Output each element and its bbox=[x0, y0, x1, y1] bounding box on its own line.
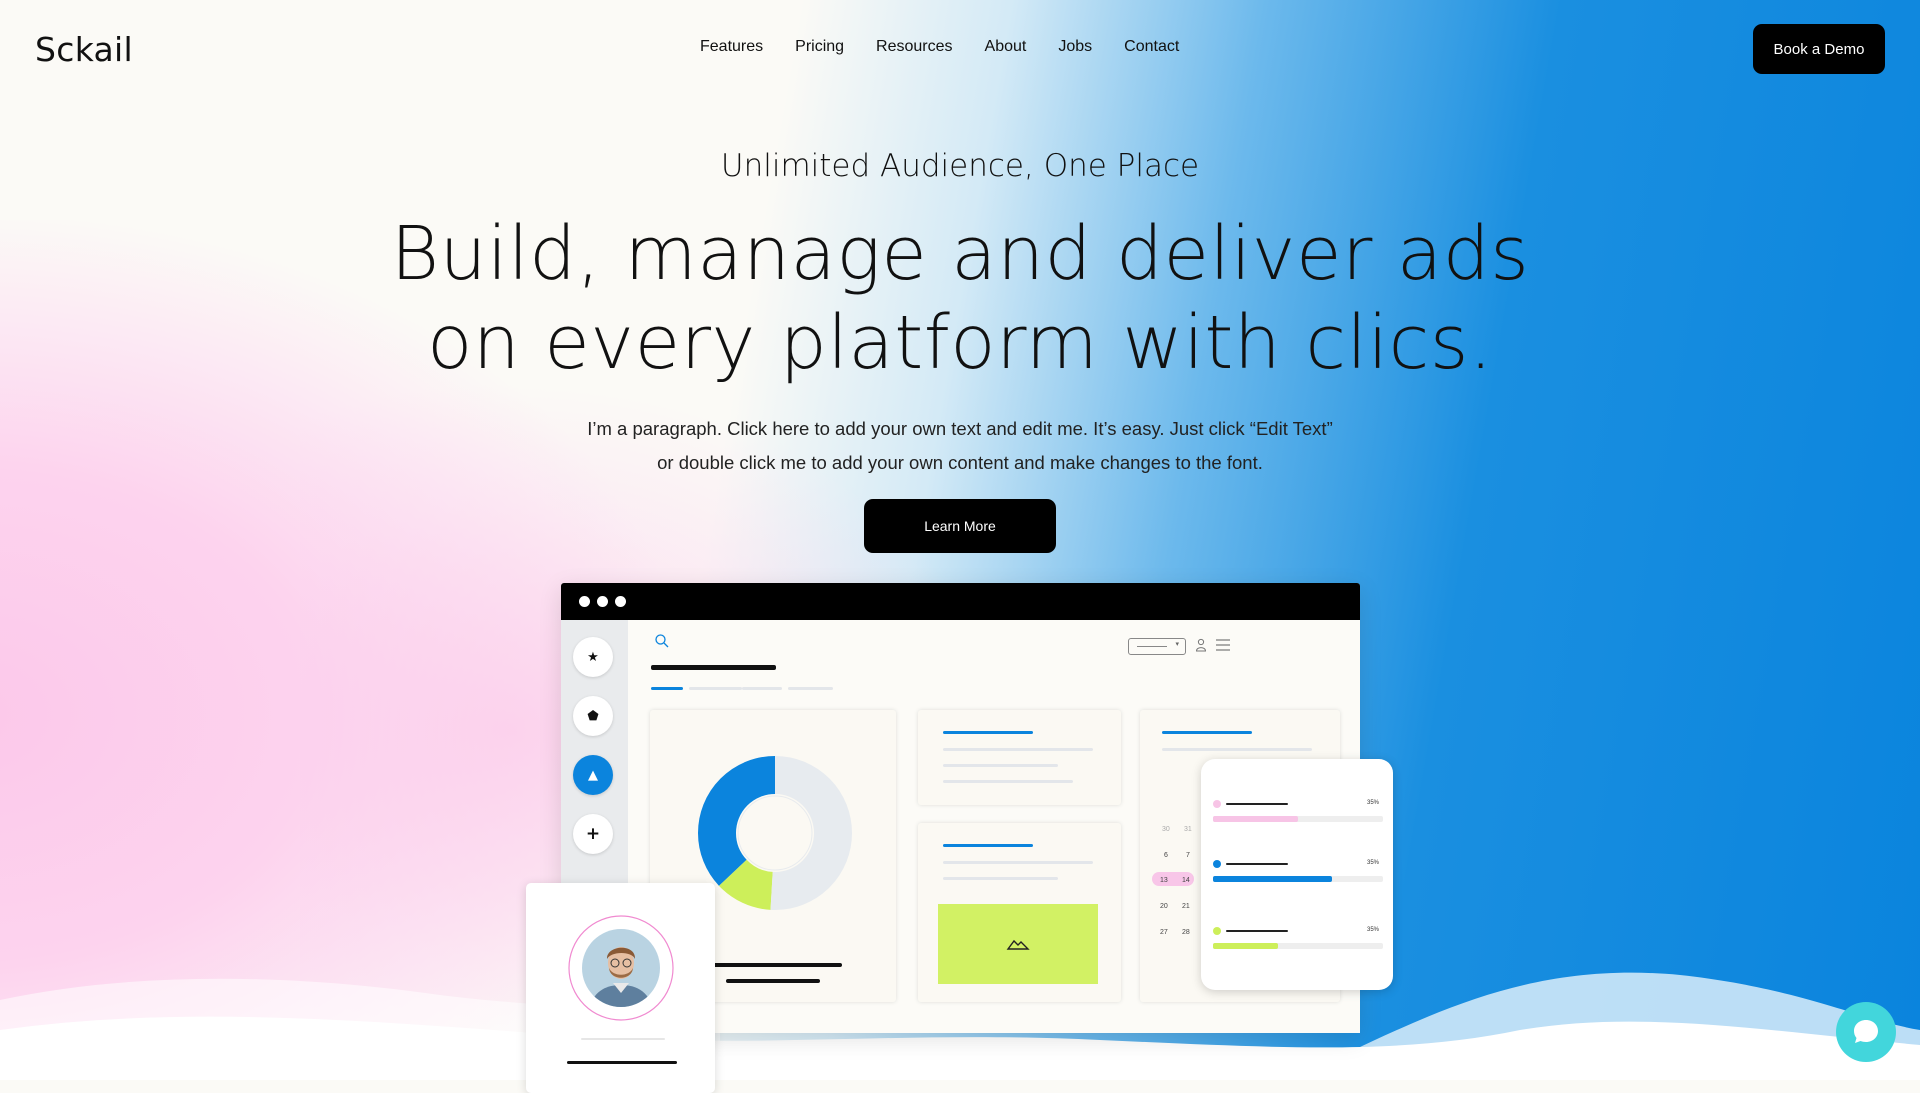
window-dot-icon bbox=[579, 596, 590, 607]
nav-pricing[interactable]: Pricing bbox=[795, 38, 844, 56]
nav-about[interactable]: About bbox=[985, 38, 1027, 56]
user-icon bbox=[1195, 638, 1207, 652]
book-demo-button[interactable]: Book a Demo bbox=[1753, 24, 1885, 74]
plus-icon: + bbox=[573, 814, 613, 854]
image-card bbox=[918, 823, 1121, 1002]
pentagon-icon: ⬟ bbox=[573, 696, 613, 736]
phone-row-percent: 35% bbox=[1367, 860, 1380, 866]
learn-more-button[interactable]: Learn More bbox=[864, 499, 1056, 553]
phone-card: 35% 35% 35% bbox=[1201, 759, 1393, 990]
hero-paragraph-line2: or double click me to add your own conte… bbox=[657, 452, 1263, 473]
nav-resources[interactable]: Resources bbox=[876, 38, 952, 56]
menu-icon bbox=[1216, 639, 1230, 651]
triangle-icon: ▲ bbox=[573, 755, 613, 795]
text-card bbox=[918, 710, 1121, 805]
profile-name-line bbox=[567, 1061, 677, 1064]
progress-fill bbox=[1213, 816, 1298, 822]
calendar-day: 7 bbox=[1186, 852, 1190, 859]
bullet-icon bbox=[1213, 927, 1221, 935]
calendar-day: 31 bbox=[1184, 826, 1192, 833]
brand-logo[interactable]: Sckail bbox=[35, 30, 133, 69]
mockup-tab-line bbox=[788, 687, 833, 690]
mountain-icon bbox=[1006, 939, 1030, 950]
calendar-day: 27 bbox=[1160, 929, 1168, 936]
search-icon bbox=[655, 634, 669, 648]
profile-card bbox=[526, 883, 715, 1093]
hero-title: Build, manage and deliver ads on every p… bbox=[0, 210, 1920, 388]
chat-button[interactable] bbox=[1836, 1002, 1896, 1062]
star-icon: ★ bbox=[573, 637, 613, 677]
hero-paragraph-line1: I’m a paragraph. Click here to add your … bbox=[587, 418, 1333, 439]
mockup-tab-line bbox=[689, 687, 742, 690]
progress-fill bbox=[1213, 943, 1278, 949]
calendar-day: 21 bbox=[1182, 903, 1190, 910]
window-dot-icon bbox=[615, 596, 626, 607]
mockup-titlebar bbox=[561, 583, 1360, 620]
mockup-tab-line bbox=[742, 687, 782, 690]
main-nav: Features Pricing Resources About Jobs Co… bbox=[700, 38, 1179, 56]
nav-features[interactable]: Features bbox=[700, 38, 763, 56]
calendar-day: 6 bbox=[1164, 852, 1168, 859]
bullet-icon bbox=[1213, 860, 1221, 868]
mockup-heading-line bbox=[651, 665, 776, 670]
image-placeholder bbox=[938, 904, 1098, 984]
hero-eyebrow: Unlimited Audience, One Place bbox=[720, 148, 1200, 184]
nav-contact[interactable]: Contact bbox=[1124, 38, 1179, 56]
hero-title-line2: on every platform with clics. bbox=[427, 300, 1493, 386]
hero-paragraph: I’m a paragraph. Click here to add your … bbox=[540, 412, 1380, 480]
mockup-dropdown: ▾ bbox=[1128, 638, 1186, 655]
card-text-line bbox=[726, 979, 820, 983]
calendar-day: 14 bbox=[1182, 877, 1190, 884]
chat-bubble-icon bbox=[1854, 1020, 1878, 1043]
mockup-tab-line bbox=[651, 687, 683, 690]
phone-row-percent: 35% bbox=[1367, 800, 1380, 806]
hero-title-line1: Build, manage and deliver ads bbox=[390, 211, 1530, 297]
bullet-icon bbox=[1213, 800, 1221, 808]
calendar-day: 30 bbox=[1162, 826, 1170, 833]
calendar-day: 20 bbox=[1160, 903, 1168, 910]
calendar-day: 28 bbox=[1182, 929, 1190, 936]
phone-row-percent: 35% bbox=[1367, 927, 1380, 933]
calendar-day: 13 bbox=[1160, 877, 1168, 884]
progress-fill bbox=[1213, 876, 1332, 882]
card-text-line bbox=[712, 963, 842, 967]
site-header: Sckail Features Pricing Resources About … bbox=[0, 0, 1920, 100]
window-dot-icon bbox=[597, 596, 608, 607]
avatar bbox=[568, 915, 674, 1021]
nav-jobs[interactable]: Jobs bbox=[1058, 38, 1092, 56]
